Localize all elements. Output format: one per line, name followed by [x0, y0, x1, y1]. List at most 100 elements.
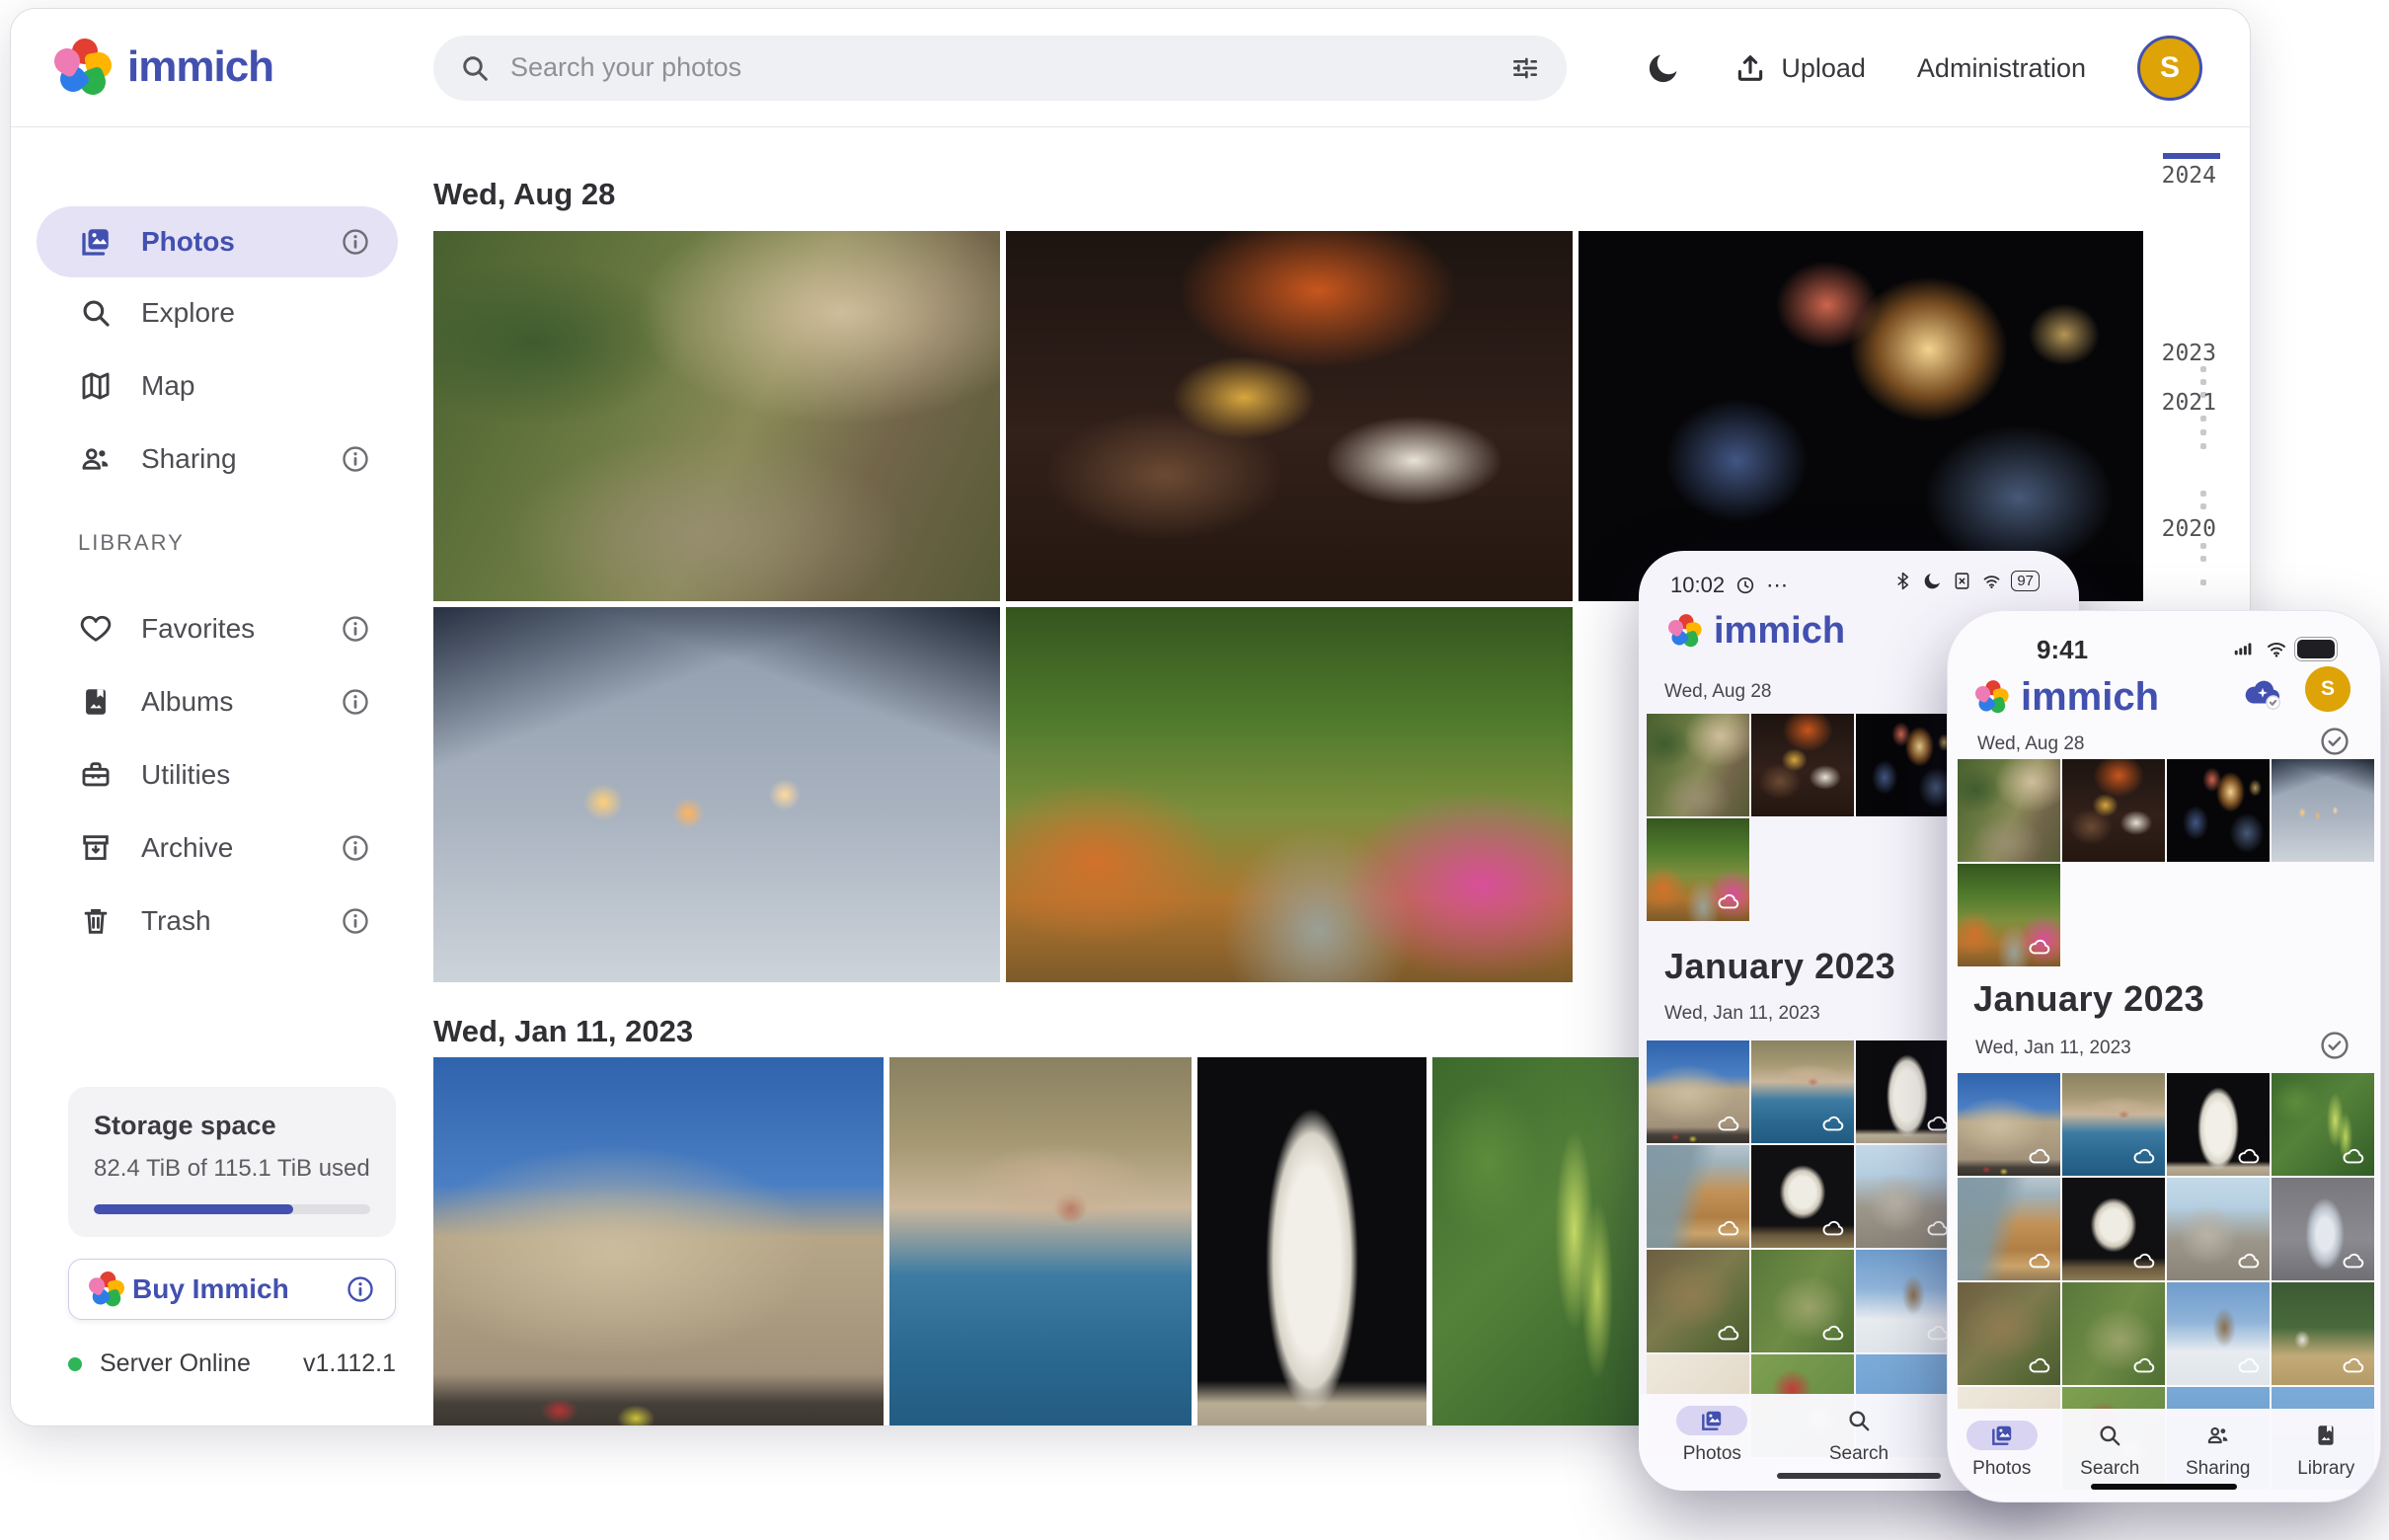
- photo-dinner-table[interactable]: [1006, 231, 1573, 601]
- timeline-year-2024[interactable]: 2024: [2162, 163, 2216, 189]
- photo-thumbnail[interactable]: [2062, 1073, 2165, 1176]
- photo-thumbnail[interactable]: [2167, 1282, 2270, 1385]
- photo-thumbnail[interactable]: [2167, 759, 2270, 862]
- upload-cloud-icon: [2027, 1353, 2052, 1379]
- photo-zoo-monkeys[interactable]: [433, 231, 1000, 601]
- phone2-nav-search[interactable]: Search: [2074, 1421, 2145, 1480]
- topbar: immich Upload Administration S: [11, 9, 2250, 127]
- photo-thumbnail[interactable]: [1958, 759, 2060, 862]
- photo-thumbnail[interactable]: [1647, 818, 1749, 921]
- home-indicator: [1777, 1473, 1941, 1479]
- immich-logo[interactable]: immich: [54, 38, 273, 96]
- trash-icon: [78, 903, 114, 939]
- photo-thumbnail[interactable]: [2272, 759, 2374, 862]
- sidebar-item-sharing[interactable]: Sharing: [37, 424, 398, 495]
- dnd-moon-icon: [1922, 571, 1943, 591]
- sidebar-item-archive[interactable]: Archive: [37, 812, 398, 884]
- photo-marble-bust[interactable]: [1197, 1057, 1426, 1426]
- info-icon[interactable]: [341, 444, 370, 474]
- photo-thumbnail[interactable]: [1647, 714, 1749, 816]
- photo-thumbnail[interactable]: [1958, 1282, 2060, 1385]
- buy-immich-button[interactable]: Buy Immich: [68, 1259, 396, 1320]
- photo-thumbnail[interactable]: [1958, 864, 2060, 966]
- photos-icon: [78, 224, 114, 260]
- sidebar-item-map[interactable]: Map: [37, 350, 398, 422]
- photo-coastal-town[interactable]: [889, 1057, 1192, 1426]
- select-all-check-icon[interactable]: [2319, 1030, 2350, 1061]
- upload-cloud-icon: [1716, 1216, 1741, 1242]
- notification-dots: ⋯: [1766, 573, 1790, 598]
- cellular-signal-icon: [2230, 638, 2256, 659]
- photo-thumbnail[interactable]: [1856, 1145, 1959, 1248]
- info-icon[interactable]: [346, 1274, 375, 1304]
- phone2-nav-photos[interactable]: Photos: [1966, 1421, 2038, 1480]
- photo-thumbnail[interactable]: [1958, 1073, 2060, 1176]
- sidebar-item-photos[interactable]: Photos: [37, 206, 398, 277]
- photo-autumn-path[interactable]: [1006, 607, 1573, 982]
- photo-thumbnail[interactable]: [1751, 1040, 1854, 1143]
- phone1-date-header: Wed, Aug 28: [1664, 681, 1771, 703]
- phone2-immich-logo: immich: [1975, 668, 2159, 726]
- photo-thumbnail[interactable]: [1751, 1145, 1854, 1248]
- phone2-nav-sharing[interactable]: Sharing: [2183, 1421, 2254, 1480]
- search-bar[interactable]: [433, 36, 1567, 101]
- photo-thumbnail[interactable]: [1751, 1250, 1854, 1352]
- photo-thumbnail[interactable]: [2062, 759, 2165, 862]
- info-icon[interactable]: [341, 833, 370, 863]
- upload-button[interactable]: Upload: [1734, 51, 1866, 85]
- explore-search-icon: [78, 295, 114, 331]
- photo-thumbnail[interactable]: [2062, 1178, 2165, 1280]
- phone2-date-header: Wed, Jan 11, 2023: [1975, 1038, 2131, 1059]
- photo-thumbnail[interactable]: [1751, 714, 1854, 816]
- search-filter-icon[interactable]: [1509, 52, 1541, 84]
- theme-toggle-moon-icon[interactable]: [1645, 49, 1682, 87]
- sidebar-item-albums[interactable]: Albums: [37, 666, 398, 737]
- photo-thumbnail[interactable]: [2167, 1073, 2270, 1176]
- info-icon[interactable]: [341, 687, 370, 717]
- photo-thumbnail[interactable]: [2272, 1178, 2374, 1280]
- phone1-nav-photos[interactable]: Photos: [1676, 1406, 1747, 1465]
- photo-thumbnail[interactable]: [2272, 1073, 2374, 1176]
- photo-thumbnail[interactable]: [1856, 1040, 1959, 1143]
- archive-icon: [78, 830, 114, 866]
- user-avatar[interactable]: S: [2305, 666, 2350, 712]
- photo-holding-hands[interactable]: [433, 607, 1000, 982]
- photo-thumbnail[interactable]: [1647, 1040, 1749, 1143]
- administration-link[interactable]: Administration: [1917, 53, 2086, 84]
- photo-green-berries[interactable]: [1432, 1057, 1661, 1426]
- phone1-clock: 10:02: [1670, 573, 1725, 598]
- photo-thumbnail[interactable]: [1856, 714, 1959, 816]
- search-input[interactable]: [510, 52, 1490, 83]
- timeline-year-2020[interactable]: 2020: [2162, 516, 2216, 542]
- photo-fortress-walls[interactable]: [433, 1057, 884, 1426]
- photo-fireworks[interactable]: [1579, 231, 2143, 601]
- album-icon: [78, 684, 114, 720]
- timeline-year-2021[interactable]: 2021: [2162, 390, 2216, 416]
- upload-cloud-icon: [2236, 1353, 2262, 1379]
- photo-thumbnail[interactable]: [1647, 1145, 1749, 1248]
- sidebar-item-trash[interactable]: Trash: [37, 886, 398, 957]
- timeline-year-2023[interactable]: 2023: [2162, 341, 2216, 366]
- info-icon[interactable]: [341, 906, 370, 936]
- photo-thumbnail[interactable]: [1958, 1178, 2060, 1280]
- photo-thumbnail[interactable]: [1647, 1250, 1749, 1352]
- phone2-nav-library[interactable]: Library: [2290, 1421, 2361, 1480]
- phone1-month-header: January 2023: [1664, 946, 1895, 987]
- sharing-people-icon: [78, 441, 114, 477]
- search-icon: [1846, 1408, 1872, 1433]
- backup-cloud-sync-icon[interactable]: [2240, 672, 2285, 712]
- user-avatar[interactable]: S: [2137, 36, 2202, 101]
- photo-thumbnail[interactable]: [2167, 1178, 2270, 1280]
- phone1-nav-search[interactable]: Search: [1823, 1406, 1894, 1465]
- info-icon[interactable]: [341, 614, 370, 644]
- select-all-check-icon[interactable]: [2319, 726, 2350, 757]
- info-icon[interactable]: [341, 227, 370, 257]
- photo-thumbnail[interactable]: [2062, 1282, 2165, 1385]
- photo-thumbnail[interactable]: [2272, 1282, 2374, 1385]
- phone2-date-header: Wed, Aug 28: [1977, 733, 2084, 755]
- sidebar: Photos Explore Map Sharing LIBRARY Favor…: [11, 127, 410, 1425]
- sidebar-item-favorites[interactable]: Favorites: [37, 593, 398, 664]
- photo-thumbnail[interactable]: [1856, 1250, 1959, 1352]
- sidebar-item-utilities[interactable]: Utilities: [37, 739, 398, 810]
- sidebar-item-explore[interactable]: Explore: [37, 277, 398, 348]
